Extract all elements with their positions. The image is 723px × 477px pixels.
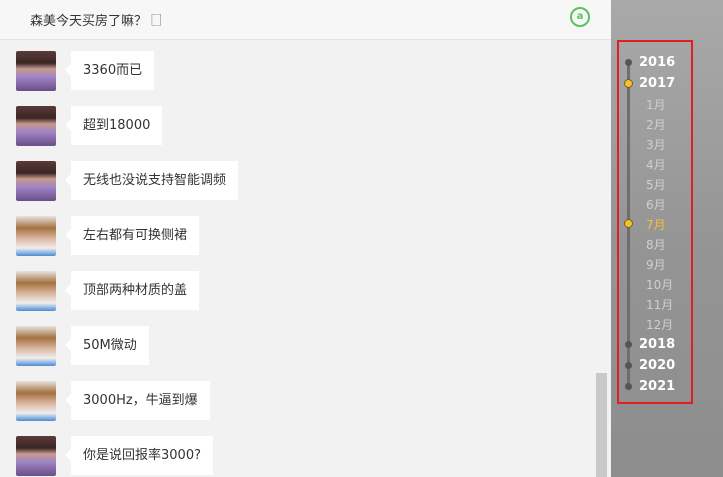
- timeline-dot-icon: [625, 341, 632, 348]
- timeline-label: 11月: [646, 298, 674, 312]
- timeline-month-7月[interactable]: 7月: [623, 214, 693, 234]
- avatar[interactable]: [16, 161, 56, 201]
- message-row: 3360而已: [0, 41, 595, 91]
- message-row: 超到18000: [0, 96, 595, 146]
- message-row: 你是说回报率3000?: [0, 426, 595, 476]
- timeline-label: 2017: [639, 76, 676, 91]
- timeline-month-12月[interactable]: 12月: [623, 314, 693, 334]
- message-row: 3000Hz，牛逼到爆: [0, 371, 595, 421]
- timeline-label: 5月: [646, 178, 666, 192]
- timeline-month-10月[interactable]: 10月: [623, 274, 693, 294]
- timeline-label: 2016: [639, 55, 676, 70]
- message-row: 顶部两种材质的盖: [0, 261, 595, 311]
- chat-header: 森美今天买房了嘛？ 🗌 a: [0, 0, 611, 40]
- timeline-label: 1月: [646, 98, 666, 112]
- at-all-icon[interactable]: a: [570, 7, 590, 27]
- message-bubble: 3000Hz，牛逼到爆: [65, 381, 210, 420]
- timeline-year-2020[interactable]: 2020: [623, 356, 693, 376]
- timeline-month-11月[interactable]: 11月: [623, 294, 693, 314]
- timeline-label: 7月: [646, 218, 666, 232]
- avatar[interactable]: [16, 326, 56, 366]
- timeline-dot-icon: [625, 362, 632, 369]
- timeline-year-2017[interactable]: 2017: [623, 74, 693, 94]
- timeline-dot-icon: [624, 79, 633, 88]
- message-bubble: 无线也没说支持智能调频: [64, 161, 239, 200]
- message-row: 左右都有可换侧裙: [0, 206, 595, 256]
- timeline-label: 8月: [646, 238, 666, 252]
- message-bubble: 左右都有可换侧裙: [64, 216, 200, 255]
- scrollbar-thumb[interactable]: [596, 373, 607, 477]
- timeline-label: 4月: [646, 158, 666, 172]
- chat-panel: 森美今天买房了嘛？ 🗌 a 3360而已 超到18000 无线也没说支持智能调频…: [0, 0, 611, 477]
- message-bubble: 50M微动: [65, 326, 149, 365]
- timeline-dot-icon: [625, 59, 632, 66]
- avatar[interactable]: [16, 106, 56, 146]
- message-bubble: 你是说回报率3000?: [65, 436, 213, 475]
- timeline-month-9月[interactable]: 9月: [623, 254, 693, 274]
- avatar[interactable]: [16, 381, 56, 421]
- timeline-month-2月[interactable]: 2月: [623, 114, 693, 134]
- avatar[interactable]: [16, 216, 56, 256]
- timeline-label: 9月: [646, 258, 666, 272]
- timeline-month-6月[interactable]: 6月: [623, 194, 693, 214]
- timeline-label: 12月: [646, 318, 674, 332]
- message-bubble: 超到18000: [64, 106, 163, 145]
- chat-title: 森美今天买房了嘛？ 🗌: [30, 14, 162, 29]
- timeline-year-2021[interactable]: 2021: [623, 377, 693, 397]
- timeline-label: 2018: [639, 337, 676, 352]
- avatar[interactable]: [16, 51, 56, 91]
- timeline-label: 10月: [646, 278, 674, 292]
- avatar[interactable]: [16, 271, 56, 311]
- timeline-month-3月[interactable]: 3月: [623, 134, 693, 154]
- timeline-label: 2021: [639, 379, 676, 394]
- timeline-month-8月[interactable]: 8月: [623, 234, 693, 254]
- timeline-year-2016[interactable]: 2016: [623, 53, 693, 73]
- timeline-month-4月[interactable]: 4月: [623, 154, 693, 174]
- timeline-dot-icon: [624, 219, 633, 228]
- message-row: 50M微动: [0, 316, 595, 366]
- timeline-dot-icon: [625, 383, 632, 390]
- timeline-month-5月[interactable]: 5月: [623, 174, 693, 194]
- message-bubble: 3360而已: [64, 51, 155, 90]
- timeline-label: 6月: [646, 198, 666, 212]
- timeline-month-1月[interactable]: 1月: [623, 94, 693, 114]
- message-row: 无线也没说支持智能调频: [0, 151, 595, 201]
- timeline-label: 2月: [646, 118, 666, 132]
- timeline-year-2018[interactable]: 2018: [623, 335, 693, 355]
- timeline-label: 2020: [639, 358, 676, 373]
- message-bubble: 顶部两种材质的盖: [64, 271, 200, 310]
- timeline-label: 3月: [646, 138, 666, 152]
- avatar[interactable]: [16, 436, 56, 476]
